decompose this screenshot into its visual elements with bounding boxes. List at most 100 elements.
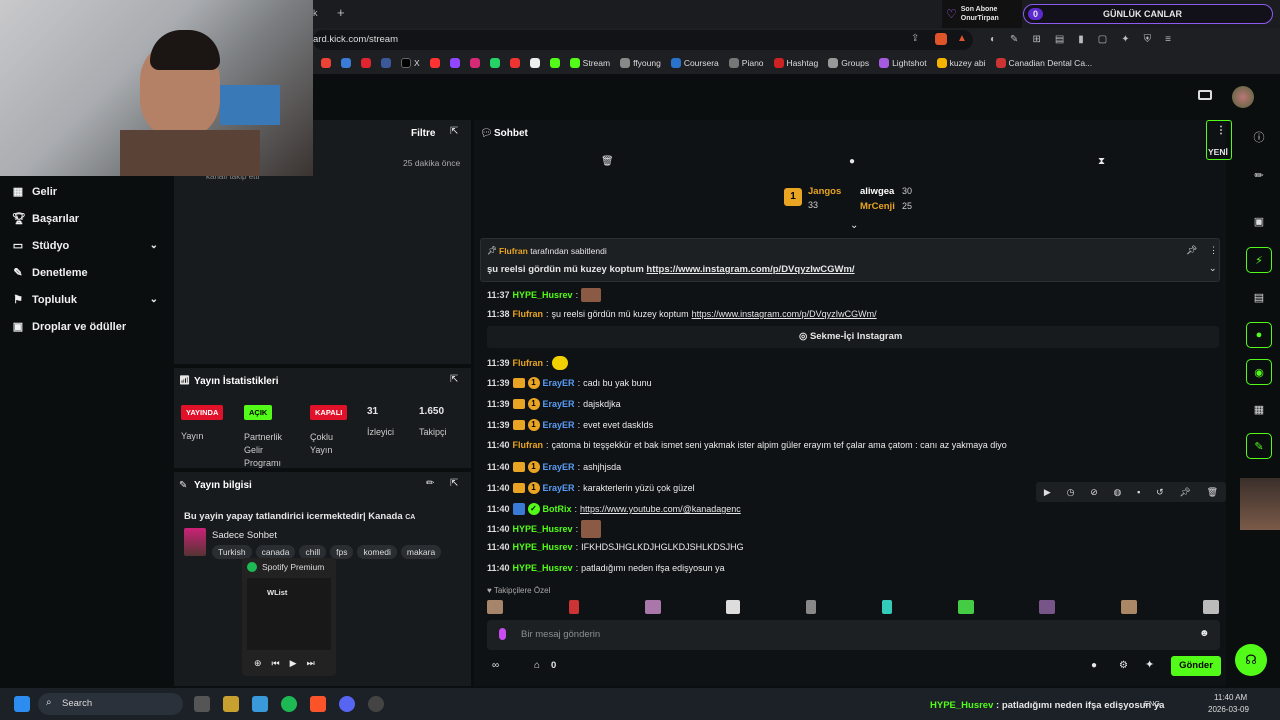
- previous-icon[interactable]: ⏮︎: [272, 658, 280, 669]
- message-user[interactable]: Flufran: [513, 358, 544, 368]
- message-user[interactable]: Flufran: [513, 309, 544, 319]
- link-icon[interactable]: ∞: [492, 660, 499, 671]
- reader-icon[interactable]: ▢: [1098, 34, 1107, 48]
- bookmark-icon[interactable]: [381, 58, 391, 68]
- whatsapp-icon[interactable]: [489, 58, 500, 68]
- emote[interactable]: [1202, 600, 1219, 614]
- sidebar-icon[interactable]: ▮: [1078, 34, 1084, 48]
- timeout-icon[interactable]: ◷: [1067, 487, 1075, 498]
- message-user[interactable]: BotRix: [543, 504, 572, 514]
- bookmark-groups[interactable]: Groups: [828, 58, 869, 68]
- unpin-icon[interactable]: 📌︎: [1186, 245, 1197, 256]
- tag[interactable]: fps: [330, 545, 354, 559]
- wrench-icon[interactable]: ✎: [1246, 433, 1272, 459]
- bookmark-hashtag[interactable]: Hashtag: [773, 58, 818, 68]
- reply-icon[interactable]: ◍: [1114, 487, 1122, 498]
- undo-icon[interactable]: ↺: [1156, 487, 1164, 498]
- edit-icon[interactable]: ✏︎: [426, 478, 434, 489]
- message-link[interactable]: https://www.youtube.com/@kanadagenc: [580, 504, 741, 514]
- photos-icon[interactable]: [252, 696, 268, 712]
- twitch-icon[interactable]: [449, 58, 460, 68]
- delete-icon[interactable]: ▪: [1137, 487, 1140, 497]
- nav-item-denetleme[interactable]: ✎ Denetleme: [0, 259, 172, 286]
- instagram-card[interactable]: ◎ Sekme-İçi Instagram: [487, 326, 1219, 348]
- message-user[interactable]: ErayER: [543, 483, 575, 493]
- emote[interactable]: [1121, 600, 1138, 614]
- brave-shield-icon[interactable]: [935, 33, 947, 45]
- tag[interactable]: makara: [400, 545, 442, 559]
- play-icon[interactable]: ▶︎: [1044, 487, 1051, 498]
- tag[interactable]: chill: [299, 545, 327, 559]
- bookmark-icon[interactable]: [429, 58, 440, 68]
- chat-icon[interactable]: ●: [1246, 322, 1272, 348]
- nav-item-topluluk[interactable]: ⚑ Topluluk ⌄: [0, 286, 172, 313]
- trash-icon[interactable]: 🗑︎: [601, 156, 614, 167]
- extensions-icon[interactable]: ⊞: [1032, 34, 1040, 48]
- gift-icon[interactable]: ✦: [1145, 658, 1154, 671]
- emote[interactable]: [1039, 600, 1056, 614]
- emote[interactable]: [881, 600, 892, 614]
- taskbar-search[interactable]: ⌕ Search: [38, 693, 183, 715]
- emoji-icon[interactable]: ☻: [1199, 628, 1210, 639]
- menu-icon[interactable]: ≡: [1165, 34, 1171, 48]
- send-button[interactable]: Gönder: [1171, 656, 1221, 676]
- instagram-icon[interactable]: [469, 58, 480, 68]
- message-user[interactable]: HYPE_Husrev: [513, 542, 573, 552]
- pin-icon[interactable]: 📌︎: [1179, 487, 1190, 498]
- trash-icon[interactable]: 🗑︎: [1207, 487, 1218, 498]
- add-icon[interactable]: ⊕: [254, 658, 262, 669]
- list-icon[interactable]: ▦: [1246, 396, 1272, 422]
- category-name[interactable]: Sadece Sohbet: [212, 530, 277, 541]
- chevron-down-icon[interactable]: ⌄: [1209, 263, 1217, 274]
- mic-icon[interactable]: [499, 628, 506, 640]
- kick-icon[interactable]: [549, 58, 560, 68]
- google-icon[interactable]: [321, 58, 331, 68]
- popout-icon[interactable]: ⇱: [450, 126, 458, 137]
- nav-item-gelir[interactable]: ▦ Gelir: [0, 178, 172, 205]
- wallet-icon[interactable]: ◐: [990, 34, 996, 48]
- ban-icon[interactable]: ⊘: [1090, 487, 1098, 498]
- tag[interactable]: komedi: [357, 545, 397, 559]
- timer-icon[interactable]: ⧗: [1098, 156, 1105, 167]
- emote[interactable]: [568, 600, 579, 614]
- message-user[interactable]: Flufran: [513, 440, 544, 450]
- bookmark-x[interactable]: X: [401, 58, 420, 68]
- bookmark-icon[interactable]: [341, 58, 351, 68]
- message-user[interactable]: HYPE_Husrev: [513, 290, 573, 300]
- broadcast-icon[interactable]: ◉: [1246, 359, 1272, 385]
- bookmark-piano[interactable]: Piano: [728, 58, 764, 68]
- windows-start-icon[interactable]: [14, 696, 30, 712]
- new-tab-icon[interactable]: +: [337, 5, 345, 20]
- leader-name[interactable]: aliwgea: [860, 186, 894, 197]
- leader-name[interactable]: MrCenji: [860, 201, 895, 212]
- bookmark-coursera[interactable]: Coursera: [670, 58, 719, 68]
- play-icon[interactable]: ▶︎: [290, 658, 297, 669]
- rewards-icon[interactable]: ▲: [957, 33, 967, 44]
- popout-icon[interactable]: ⇱: [450, 478, 458, 489]
- chevron-down-icon[interactable]: ⌄: [850, 220, 858, 231]
- kebab-icon[interactable]: ⋮: [1209, 245, 1218, 256]
- nav-item-studyo[interactable]: ▭ Stüdyo ⌄: [0, 232, 172, 259]
- info-icon[interactable]: ⓘ: [1246, 124, 1272, 150]
- chat-input[interactable]: Bir mesaj gönderin ☻: [487, 620, 1220, 650]
- bookmark-icon[interactable]: [529, 58, 540, 68]
- language-indicator[interactable]: ENG: [1144, 699, 1160, 708]
- popout-icon[interactable]: ⇱: [450, 374, 458, 385]
- emote[interactable]: [644, 600, 661, 614]
- bookmark-kuzey[interactable]: kuzey abi: [936, 58, 986, 68]
- nav-item-basarilar[interactable]: 🏆︎ Başarılar: [0, 205, 172, 232]
- next-icon[interactable]: ⏭︎: [307, 658, 315, 669]
- message-user[interactable]: HYPE_Husrev: [513, 524, 573, 534]
- file-explorer-icon[interactable]: [223, 696, 239, 712]
- avatar[interactable]: [1232, 86, 1254, 108]
- tag[interactable]: canada: [255, 545, 296, 559]
- brave-icon[interactable]: [310, 696, 326, 712]
- bookmark-dental[interactable]: Canadian Dental Ca...: [995, 58, 1092, 68]
- message-user[interactable]: ErayER: [543, 378, 575, 388]
- tag[interactable]: Turkish: [212, 545, 252, 559]
- leader-name[interactable]: Jangos: [808, 186, 841, 197]
- edit-icon[interactable]: ✏︎: [1246, 162, 1272, 188]
- chat-menu-button[interactable]: ⋮ YENİ: [1206, 120, 1232, 160]
- pinned-link[interactable]: https://www.instagram.com/p/DVqyzIwCGWm/: [646, 264, 854, 275]
- bookmark-lightshot[interactable]: Lightshot: [879, 58, 927, 68]
